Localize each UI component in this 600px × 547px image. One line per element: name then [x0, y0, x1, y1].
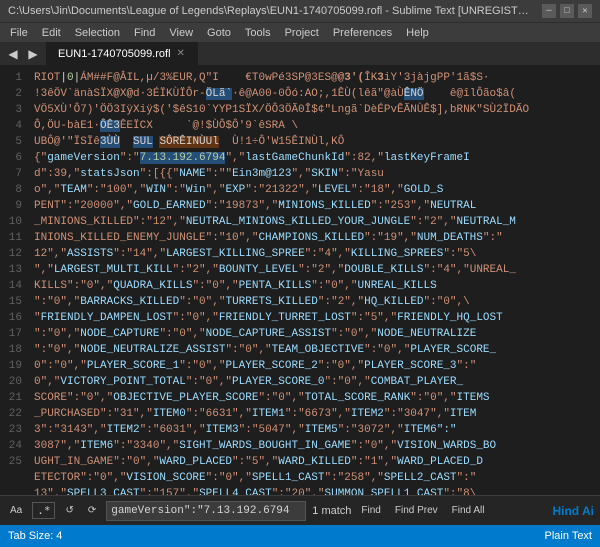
status-bar: Tab Size: 4 Plain Text — [0, 525, 600, 547]
find-prev-label: Find Prev — [395, 505, 438, 516]
close-button[interactable]: ✕ — [578, 4, 592, 18]
menu-project[interactable]: Project — [279, 26, 325, 40]
find-bar: Aa .* ↺ ⟳ 1 match Find Find Prev Find Al… — [0, 495, 600, 525]
menu-selection[interactable]: Selection — [69, 26, 126, 40]
find-label: Find — [361, 505, 380, 516]
tab-nav-left[interactable]: ◀ — [4, 45, 22, 63]
refresh-icon: ↺ — [65, 505, 73, 516]
tab-bar: ◀ ▶ EUN1-1740705099.rofl ✕ — [0, 42, 600, 66]
tab-nav: ◀ ▶ — [0, 45, 46, 63]
menu-view[interactable]: View — [163, 26, 199, 40]
title-bar: C:\Users\Jin\Documents\League of Legends… — [0, 0, 600, 22]
find-input[interactable] — [106, 501, 306, 521]
code-editor[interactable]: RIOT|0|ÁM##F@ÂIL,µ/3%EUR,Q"I €T0wPé3SP@3… — [28, 66, 600, 495]
case-wrap-btn[interactable]: ⟳ — [84, 503, 100, 518]
aa-label: Aa — [10, 505, 22, 516]
status-right: Plain Text — [545, 530, 593, 542]
menu-edit[interactable]: Edit — [36, 26, 67, 40]
regex-label: .* — [37, 504, 50, 517]
find-button[interactable]: Find — [357, 503, 384, 518]
find-all-label: Find All — [452, 505, 485, 516]
regex-btn[interactable]: .* — [32, 502, 55, 519]
menu-find[interactable]: Find — [128, 26, 161, 40]
menu-tools[interactable]: Tools — [239, 26, 277, 40]
tab-close-icon[interactable]: ✕ — [177, 48, 185, 59]
refresh-btn[interactable]: ↺ — [61, 503, 77, 518]
match-count: 1 match — [312, 505, 351, 517]
editor-area: 12345 678910 1112131415 1617181920 21222… — [0, 66, 600, 495]
window-controls: ─ □ ✕ — [542, 4, 592, 18]
menu-preferences[interactable]: Preferences — [327, 26, 398, 40]
status-left: Tab Size: 4 — [8, 530, 62, 542]
find-all-button[interactable]: Find All — [448, 503, 489, 518]
minimize-button[interactable]: ─ — [542, 4, 556, 18]
line-numbers: 12345 678910 1112131415 1617181920 21222… — [0, 66, 28, 495]
case-sensitive-btn[interactable]: Aa — [6, 503, 26, 518]
plain-text-label[interactable]: Plain Text — [545, 530, 593, 542]
tab-label: EUN1-1740705099.rofl — [58, 48, 171, 60]
menu-help[interactable]: Help — [400, 26, 435, 40]
menu-file[interactable]: File — [4, 26, 34, 40]
active-tab[interactable]: EUN1-1740705099.rofl ✕ — [46, 42, 198, 66]
tab-size-label[interactable]: Tab Size: 4 — [8, 530, 62, 542]
find-prev-button[interactable]: Find Prev — [391, 503, 442, 518]
window-title: C:\Users\Jin\Documents\League of Legends… — [8, 5, 534, 17]
tab-nav-right[interactable]: ▶ — [24, 45, 42, 63]
hind-ai-label: Hind Ai — [552, 504, 594, 518]
menu-goto[interactable]: Goto — [201, 26, 237, 40]
wrap-icon: ⟳ — [88, 505, 96, 516]
menu-bar: File Edit Selection Find View Goto Tools… — [0, 22, 600, 42]
maximize-button[interactable]: □ — [560, 4, 574, 18]
